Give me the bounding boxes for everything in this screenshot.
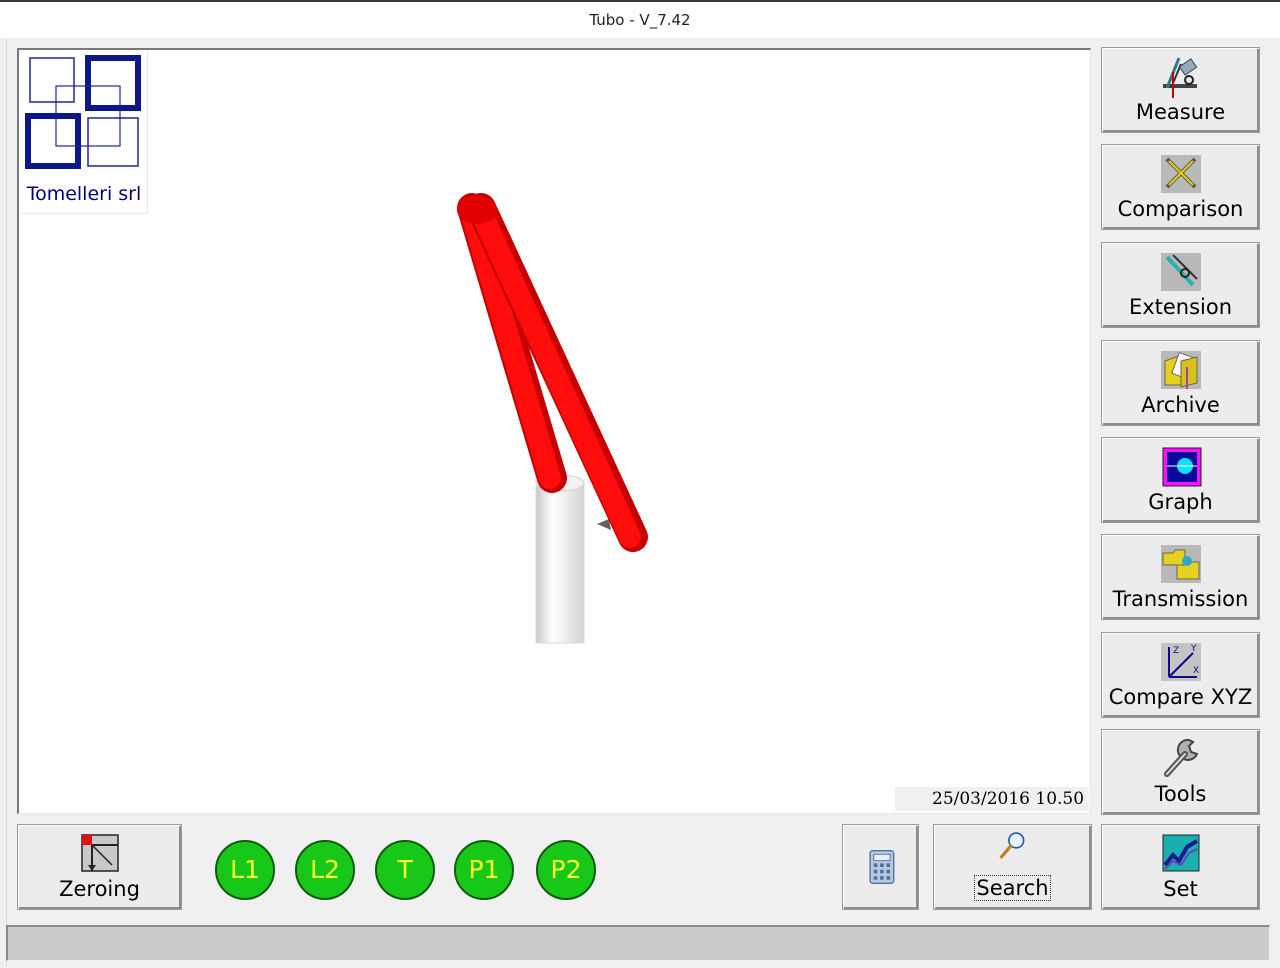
zeroing-button[interactable]: Zeroing bbox=[17, 824, 182, 910]
zeroing-label: Zeroing bbox=[59, 877, 140, 901]
calculator-button[interactable] bbox=[842, 824, 919, 910]
set-button[interactable]: Set bbox=[1101, 824, 1260, 910]
indicator-t[interactable]: T bbox=[375, 840, 435, 900]
compare-xyz-button[interactable]: Z Y X Compare XYZ bbox=[1101, 632, 1260, 718]
extension-button[interactable]: Extension bbox=[1101, 242, 1260, 328]
indicator-l2[interactable]: L2 bbox=[295, 840, 355, 900]
clamp-cylinder bbox=[535, 482, 585, 644]
3d-viewport[interactable] bbox=[17, 48, 1091, 814]
graph-icon bbox=[1162, 447, 1201, 487]
set-icon bbox=[1162, 834, 1199, 872]
graph-label: Graph bbox=[1148, 490, 1213, 514]
archive-button[interactable]: Archive bbox=[1101, 340, 1260, 426]
tube-render bbox=[457, 193, 648, 644]
tools-button[interactable]: Tools bbox=[1101, 729, 1260, 815]
company-name: Tomelleri srl bbox=[26, 183, 142, 205]
comparison-icon bbox=[1160, 155, 1201, 193]
svg-text:X: X bbox=[1193, 666, 1199, 676]
logo-squares-icon bbox=[25, 55, 141, 169]
archive-icon bbox=[1160, 351, 1201, 389]
transmission-button[interactable]: Transmission bbox=[1101, 534, 1260, 620]
indicator-p2[interactable]: P2 bbox=[536, 840, 596, 900]
company-logo: Tomelleri srl bbox=[20, 50, 148, 214]
measure-label: Measure bbox=[1135, 100, 1226, 124]
graph-button[interactable]: Graph bbox=[1101, 437, 1260, 523]
measure-icon bbox=[1162, 57, 1197, 98]
extension-icon bbox=[1160, 253, 1201, 291]
svg-text:Y: Y bbox=[1190, 644, 1197, 654]
search-button[interactable]: Search bbox=[933, 824, 1092, 910]
transmission-icon bbox=[1160, 545, 1201, 583]
set-label: Set bbox=[1163, 877, 1198, 901]
magnifier-icon bbox=[999, 832, 1024, 859]
calculator-icon bbox=[868, 849, 894, 885]
tools-label: Tools bbox=[1154, 782, 1207, 806]
comparison-label: Comparison bbox=[1117, 197, 1244, 221]
indicator-l1[interactable]: L1 bbox=[215, 840, 275, 900]
measure-button[interactable]: Measure bbox=[1101, 47, 1260, 133]
archive-label: Archive bbox=[1141, 393, 1220, 417]
comparison-button[interactable]: Comparison bbox=[1101, 144, 1260, 230]
wrench-icon bbox=[1163, 738, 1198, 777]
window-title: Tubo - V_7.42 bbox=[589, 11, 691, 29]
extension-label: Extension bbox=[1128, 295, 1233, 319]
datetime-readout: 25/03/2016 10.50 bbox=[895, 787, 1089, 811]
indicator-p1[interactable]: P1 bbox=[454, 840, 514, 900]
zeroing-icon bbox=[80, 834, 119, 872]
compare-xyz-label: Compare XYZ bbox=[1108, 685, 1253, 709]
transmission-label: Transmission bbox=[1112, 587, 1249, 611]
compare-xyz-icon: Z Y X bbox=[1160, 643, 1201, 681]
svg-text:Z: Z bbox=[1173, 646, 1179, 656]
status-bar bbox=[6, 925, 1270, 961]
search-label: Search bbox=[974, 875, 1051, 901]
title-bar: Tubo - V_7.42 bbox=[0, 0, 1280, 38]
